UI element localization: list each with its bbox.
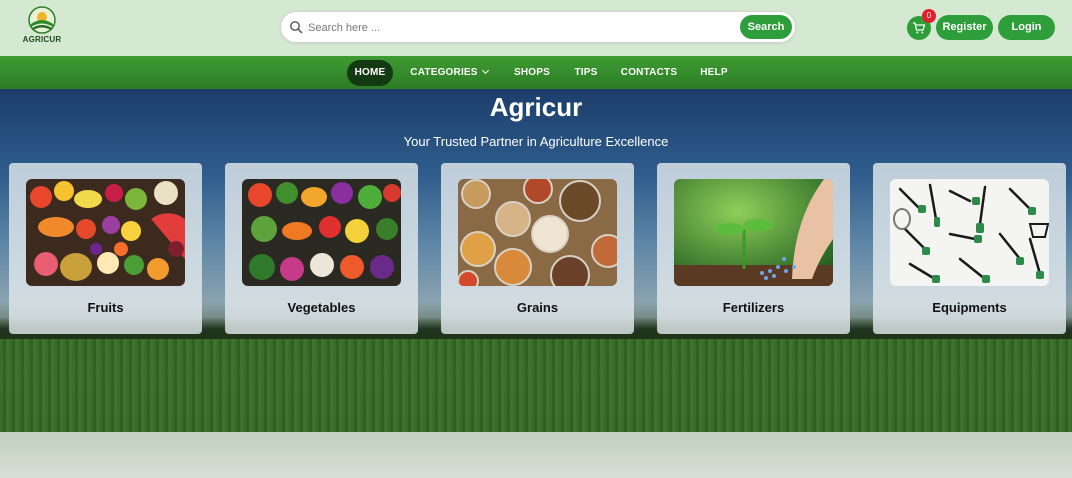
fruits-image — [26, 179, 185, 286]
cart-count-badge: 0 — [922, 9, 936, 23]
hero-title: Agricur — [489, 92, 583, 122]
search-button[interactable]: Search — [740, 15, 792, 39]
category-card-fertilizers[interactable]: Fertilizers — [657, 163, 850, 334]
equipments-image — [890, 179, 1049, 286]
nav-tips[interactable]: TIPS — [568, 60, 604, 86]
nav-categories[interactable]: CATEGORIES — [408, 60, 490, 86]
search-bar: Search — [280, 11, 796, 43]
category-card-fruits[interactable]: Fruits — [9, 163, 202, 334]
category-card-equipments[interactable]: Equipments — [873, 163, 1066, 334]
login-button[interactable]: Login — [998, 15, 1055, 40]
site-logo[interactable]: AGRICUR — [22, 6, 62, 48]
grains-image — [458, 179, 617, 286]
vegetables-image — [242, 179, 401, 286]
hero-field — [0, 339, 1072, 432]
page-bottom-strip — [0, 432, 1072, 478]
register-button[interactable]: Register — [936, 15, 993, 40]
nav-home[interactable]: HOME — [347, 60, 393, 86]
hero-subtitle: Your Trusted Partner in Agriculture Exce… — [403, 134, 669, 149]
chevron-down-icon — [481, 66, 489, 75]
logo-text: AGRICUR — [22, 35, 62, 44]
cart-icon — [913, 22, 926, 34]
category-card-grains[interactable]: Grains — [441, 163, 634, 334]
logo-emblem-icon — [28, 6, 56, 34]
search-icon — [290, 21, 303, 34]
main-nav: HOME CATEGORIES SHOPS TIPS CONTACTS HELP — [0, 56, 1072, 89]
category-label: Grains — [516, 300, 559, 315]
nav-contacts[interactable]: CONTACTS — [615, 60, 683, 86]
top-header: AGRICUR Search 0 Register Login — [0, 0, 1072, 56]
search-input[interactable] — [308, 16, 728, 40]
nav-shops[interactable]: SHOPS — [508, 60, 556, 86]
hero-banner: Agricur Your Trusted Partner in Agricult… — [0, 89, 1072, 432]
nav-help[interactable]: HELP — [694, 60, 734, 86]
fertilizers-image — [674, 179, 833, 286]
category-card-vegetables[interactable]: Vegetables — [225, 163, 418, 334]
category-label: Fruits — [87, 300, 124, 315]
category-label: Vegetables — [287, 300, 356, 315]
category-label: Equipments — [932, 300, 1007, 315]
category-label: Fertilizers — [722, 300, 785, 315]
nav-categories-label: CATEGORIES — [410, 67, 478, 78]
